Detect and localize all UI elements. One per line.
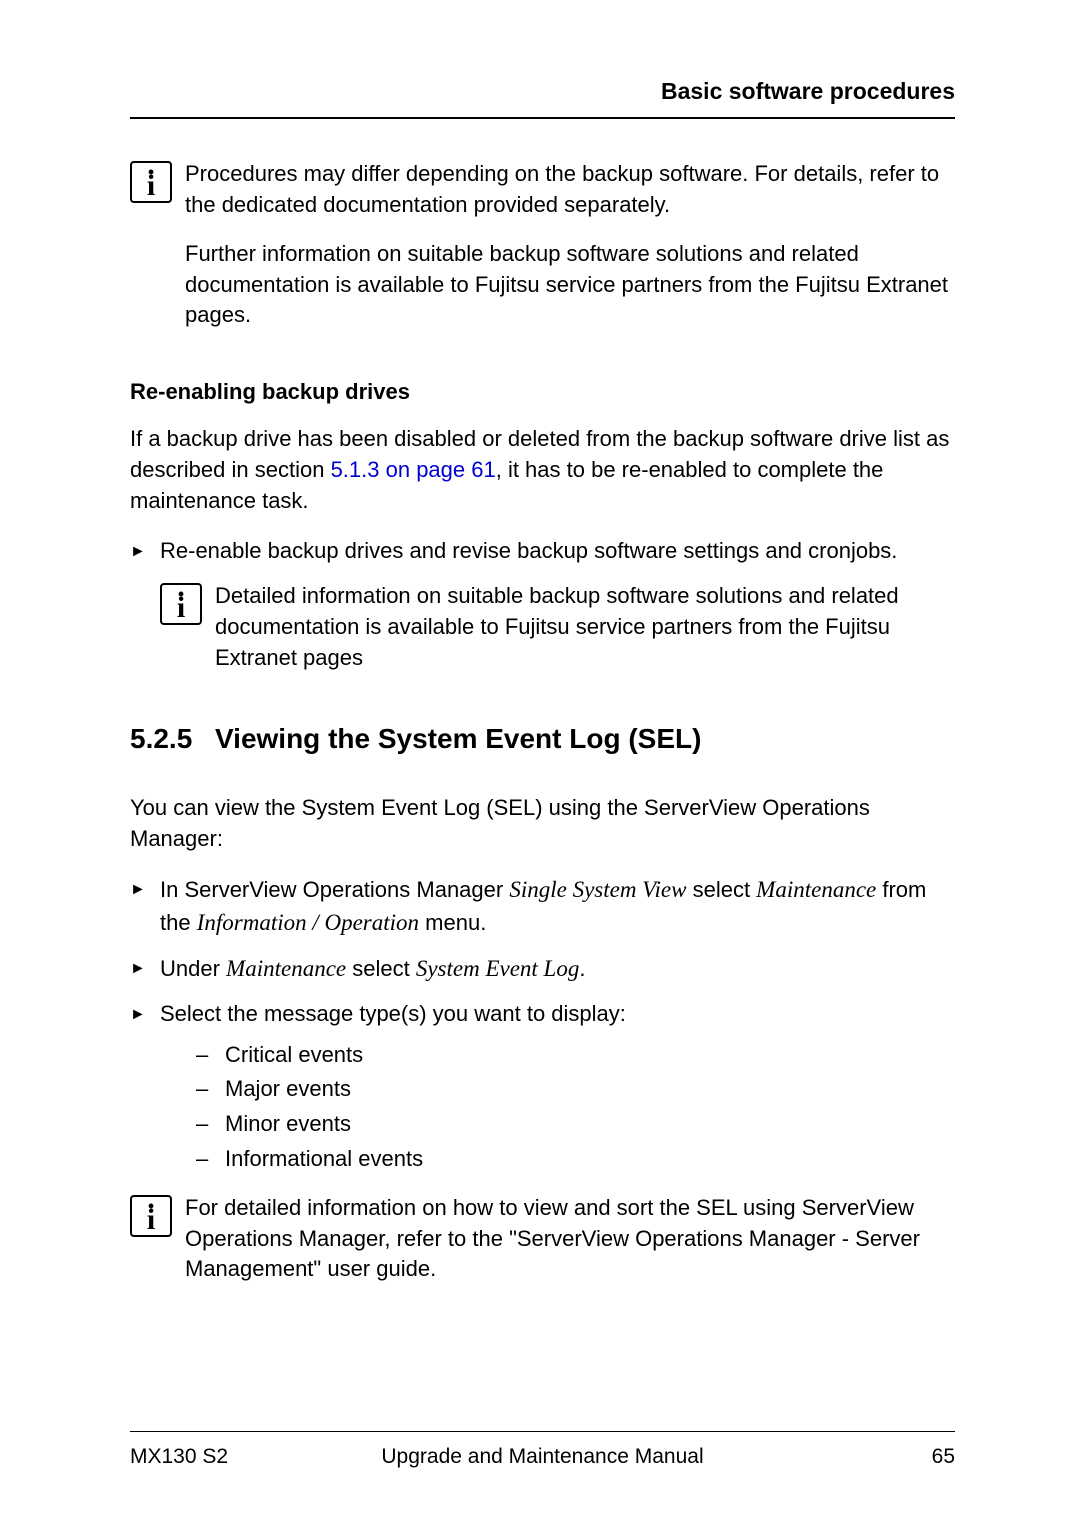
action-item-3: ► Under Maintenance select System Event … (130, 953, 955, 985)
action-text-1: Re-enable backup drives and revise backu… (160, 536, 955, 567)
info-icon: i (130, 1195, 172, 1237)
page-header: Basic software procedures (130, 75, 955, 119)
section-number: 5.2.5 (130, 719, 215, 758)
sublist-item2: Major events (225, 1074, 351, 1105)
message-type-list: – Critical events – Major events – Minor… (190, 1040, 955, 1175)
dash-marker: – (190, 1040, 225, 1071)
action2-pre: In ServerView Operations Manager (160, 877, 509, 902)
info-text-2: Detailed information on suitable backup … (215, 581, 955, 673)
info-text-3: For detailed information on how to view … (185, 1193, 955, 1285)
term-information-operation: Information / Operation (197, 910, 419, 935)
list-item: – Informational events (190, 1144, 955, 1175)
section-title: Viewing the System Event Log (SEL) (215, 719, 701, 758)
action3-pre: Under (160, 956, 226, 981)
term-maintenance: Maintenance (756, 877, 876, 902)
page-footer: Upgrade and Maintenance Manual MX130 S2 … (130, 1431, 955, 1471)
section-heading: 5.2.5 Viewing the System Event Log (SEL) (130, 719, 955, 758)
info-icon: i (130, 161, 172, 203)
action-text-3: Under Maintenance select System Event Lo… (160, 953, 955, 985)
action-item-4: ► Select the message type(s) you want to… (130, 999, 955, 1179)
action-item-1: ► Re-enable backup drives and revise bac… (130, 536, 955, 567)
info-text-1: Procedures may differ depending on the b… (185, 159, 955, 349)
info-note-1: i Procedures may differ depending on the… (130, 159, 955, 349)
term-single-system-view: Single System View (509, 877, 686, 902)
sublist-item4: Informational events (225, 1144, 423, 1175)
info-note-2: i Detailed information on suitable backu… (160, 581, 955, 673)
action-marker-icon: ► (130, 536, 160, 563)
sublist-item1: Critical events (225, 1040, 363, 1071)
footer-left: MX130 S2 (130, 1442, 228, 1471)
info-note-3: i For detailed information on how to vie… (130, 1193, 955, 1285)
footer-center: Upgrade and Maintenance Manual (130, 1442, 955, 1471)
action-text-2: In ServerView Operations Manager Single … (160, 874, 955, 938)
list-item: – Minor events (190, 1109, 955, 1140)
action-marker-icon: ► (130, 999, 160, 1026)
term-maintenance-2: Maintenance (226, 956, 346, 981)
action3-mid: select (346, 956, 416, 981)
footer-page-number: 65 (932, 1442, 955, 1471)
action-marker-icon: ► (130, 874, 160, 901)
action-marker-icon: ► (130, 953, 160, 980)
page-content: Basic software procedures i Procedures m… (0, 0, 1080, 1355)
list-item: – Major events (190, 1074, 955, 1105)
info-icon: i (160, 583, 202, 625)
note1-p2: Further information on suitable backup s… (185, 239, 955, 331)
dash-marker: – (190, 1074, 225, 1105)
sublist-item3: Minor events (225, 1109, 351, 1140)
action3-post: . (579, 956, 585, 981)
action-text-4: Select the message type(s) you want to d… (160, 999, 955, 1179)
para-sel-intro: You can view the System Event Log (SEL) … (130, 793, 955, 855)
dash-marker: – (190, 1109, 225, 1140)
note1-p1: Procedures may differ depending on the b… (185, 159, 955, 221)
cross-reference-link[interactable]: 5.1.3 on page 61 (331, 457, 496, 482)
action2-mid: select (686, 877, 756, 902)
action4-text: Select the message type(s) you want to d… (160, 1001, 626, 1026)
action2-post: menu. (419, 910, 486, 935)
para-reenabling: If a backup drive has been disabled or d… (130, 424, 955, 516)
action-item-2: ► In ServerView Operations Manager Singl… (130, 874, 955, 938)
subheading-reenabling: Re-enabling backup drives (130, 377, 955, 408)
list-item: – Critical events (190, 1040, 955, 1071)
term-system-event-log: System Event Log (416, 956, 580, 981)
dash-marker: – (190, 1144, 225, 1175)
